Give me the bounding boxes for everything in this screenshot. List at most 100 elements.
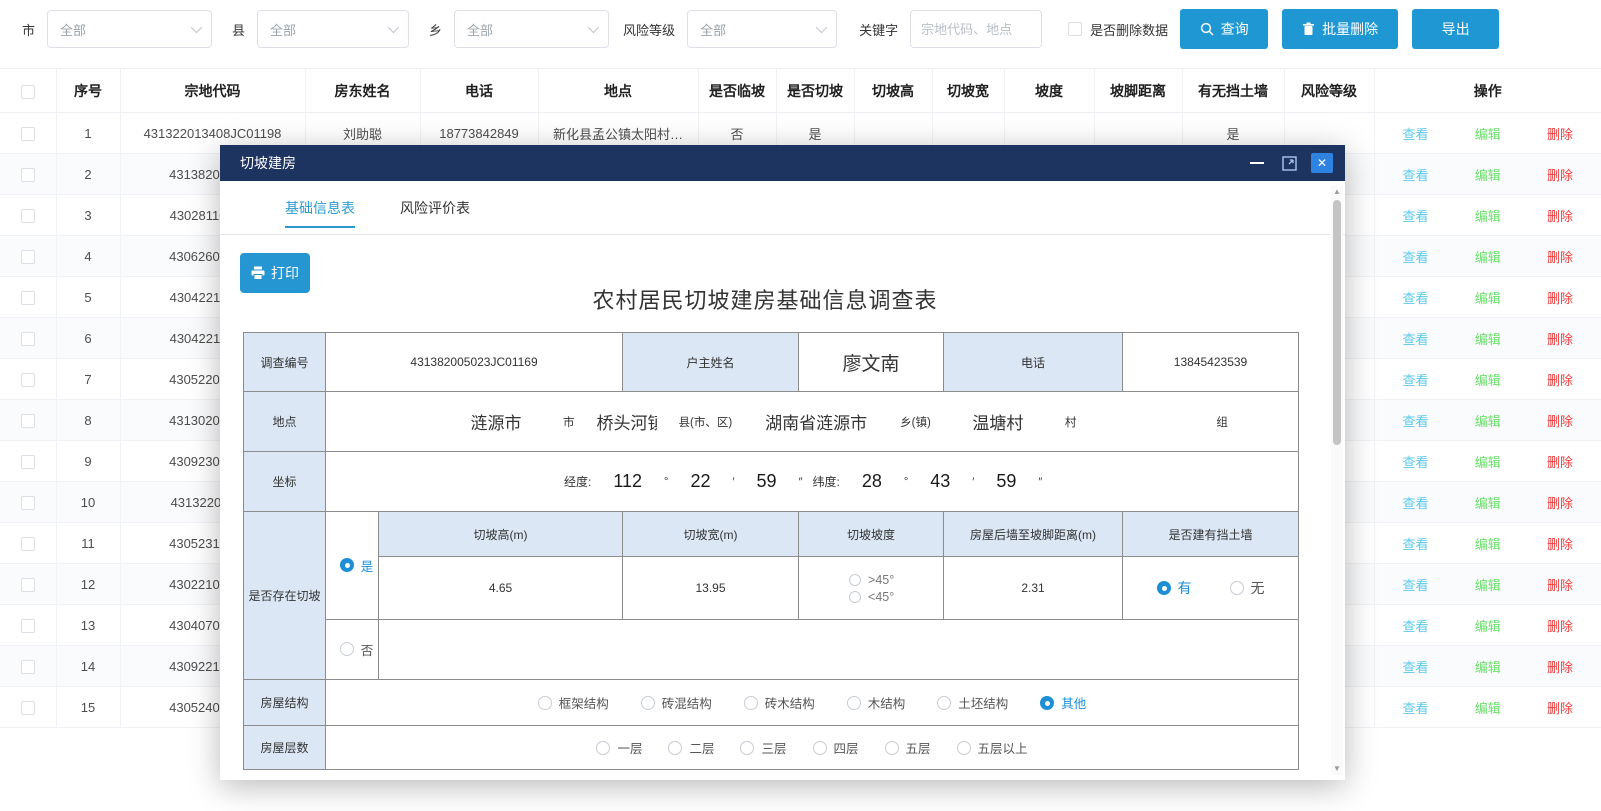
row-checkbox[interactable]: [21, 455, 35, 469]
dialog-scrollbar[interactable]: ▲ ▼: [1331, 186, 1343, 775]
city-select[interactable]: 全部: [47, 10, 212, 48]
toe-distance-value[interactable]: 2.31: [944, 557, 1123, 620]
edit-link[interactable]: 编辑: [1475, 534, 1501, 553]
view-link[interactable]: 查看: [1403, 534, 1429, 553]
batch-delete-button[interactable]: 批量删除: [1282, 9, 1398, 49]
longitude-min[interactable]: 22: [690, 471, 710, 492]
row-checkbox[interactable]: [21, 701, 35, 715]
row-checkbox[interactable]: [21, 496, 35, 510]
structure-option-wood[interactable]: 木结构: [847, 693, 906, 712]
edit-link[interactable]: 编辑: [1475, 370, 1501, 389]
delete-link[interactable]: 删除: [1547, 206, 1573, 225]
edit-link[interactable]: 编辑: [1475, 575, 1501, 594]
scroll-up-icon[interactable]: ▲: [1331, 186, 1343, 198]
edit-link[interactable]: 编辑: [1475, 329, 1501, 348]
floors-option-1[interactable]: 一层: [596, 738, 642, 757]
minimize-icon[interactable]: [1250, 162, 1264, 164]
edit-link[interactable]: 编辑: [1475, 247, 1501, 266]
slope-gt45-radio[interactable]: >45°: [849, 573, 943, 587]
township-value[interactable]: 湖南省涟源市: [754, 409, 878, 434]
view-link[interactable]: 查看: [1403, 329, 1429, 348]
edit-link[interactable]: 编辑: [1475, 616, 1501, 635]
scroll-down-icon[interactable]: ▼: [1331, 763, 1343, 775]
cut-width-value[interactable]: 13.95: [623, 557, 799, 620]
edit-link[interactable]: 编辑: [1475, 124, 1501, 143]
view-link[interactable]: 查看: [1403, 411, 1429, 430]
county-value[interactable]: 桥头河镇: [597, 409, 657, 434]
row-checkbox[interactable]: [21, 168, 35, 182]
longitude-deg[interactable]: 112: [613, 471, 642, 492]
delete-link[interactable]: 删除: [1547, 698, 1573, 717]
view-link[interactable]: 查看: [1403, 698, 1429, 717]
scrollbar-thumb[interactable]: [1333, 200, 1341, 445]
tab-risk-evaluation[interactable]: 风险评价表: [400, 180, 470, 236]
cut-height-value[interactable]: 4.65: [379, 557, 623, 620]
edit-link[interactable]: 编辑: [1475, 411, 1501, 430]
structure-option-brick-concrete[interactable]: 砖混结构: [641, 693, 712, 712]
close-icon[interactable]: ✕: [1311, 153, 1333, 173]
cut-slope-no-radio[interactable]: 否: [340, 640, 374, 659]
county-select[interactable]: 全部: [257, 10, 409, 48]
row-checkbox[interactable]: [21, 619, 35, 633]
row-checkbox[interactable]: [21, 414, 35, 428]
latitude-deg[interactable]: 28: [862, 471, 882, 492]
dialog-titlebar[interactable]: 切坡建房 ✕: [220, 145, 1345, 181]
row-checkbox[interactable]: [21, 537, 35, 551]
structure-option-brick-wood[interactable]: 砖木结构: [744, 693, 815, 712]
view-link[interactable]: 查看: [1403, 206, 1429, 225]
edit-link[interactable]: 编辑: [1475, 657, 1501, 676]
delete-link[interactable]: 删除: [1547, 493, 1573, 512]
row-checkbox[interactable]: [21, 127, 35, 141]
view-link[interactable]: 查看: [1403, 165, 1429, 184]
floors-option-5plus[interactable]: 五层以上: [957, 738, 1028, 757]
view-link[interactable]: 查看: [1403, 247, 1429, 266]
edit-link[interactable]: 编辑: [1475, 206, 1501, 225]
delete-link[interactable]: 删除: [1547, 452, 1573, 471]
export-button[interactable]: 导出: [1412, 9, 1499, 49]
view-link[interactable]: 查看: [1403, 124, 1429, 143]
delete-link[interactable]: 删除: [1547, 370, 1573, 389]
delete-link[interactable]: 删除: [1547, 534, 1573, 553]
delete-link[interactable]: 删除: [1547, 247, 1573, 266]
edit-link[interactable]: 编辑: [1475, 452, 1501, 471]
structure-option-frame[interactable]: 框架结构: [538, 693, 609, 712]
keyword-input[interactable]: [910, 10, 1042, 48]
row-checkbox[interactable]: [21, 209, 35, 223]
floors-option-5[interactable]: 五层: [885, 738, 931, 757]
row-checkbox[interactable]: [21, 332, 35, 346]
delete-link[interactable]: 删除: [1547, 124, 1573, 143]
show-deleted-checkbox[interactable]: [1068, 22, 1082, 36]
structure-option-other[interactable]: 其他: [1040, 693, 1086, 712]
city-value[interactable]: 涟源市: [451, 409, 541, 434]
query-button[interactable]: 查询: [1180, 9, 1268, 49]
delete-link[interactable]: 删除: [1547, 616, 1573, 635]
edit-link[interactable]: 编辑: [1475, 165, 1501, 184]
edit-link[interactable]: 编辑: [1475, 288, 1501, 307]
delete-link[interactable]: 删除: [1547, 575, 1573, 594]
floors-option-3[interactable]: 三层: [740, 738, 786, 757]
row-checkbox[interactable]: [21, 373, 35, 387]
delete-link[interactable]: 删除: [1547, 657, 1573, 676]
row-checkbox[interactable]: [21, 250, 35, 264]
risk-level-select[interactable]: 全部: [687, 10, 837, 48]
view-link[interactable]: 查看: [1403, 493, 1429, 512]
village-value[interactable]: 温塘村: [953, 409, 1043, 434]
longitude-sec[interactable]: 59: [757, 471, 777, 492]
maximize-icon[interactable]: [1282, 156, 1297, 171]
township-select[interactable]: 全部: [454, 10, 609, 48]
view-link[interactable]: 查看: [1403, 575, 1429, 594]
view-link[interactable]: 查看: [1403, 616, 1429, 635]
structure-option-adobe[interactable]: 土坯结构: [937, 693, 1008, 712]
delete-link[interactable]: 删除: [1547, 411, 1573, 430]
view-link[interactable]: 查看: [1403, 288, 1429, 307]
row-checkbox[interactable]: [21, 660, 35, 674]
delete-link[interactable]: 删除: [1547, 329, 1573, 348]
view-link[interactable]: 查看: [1403, 657, 1429, 676]
edit-link[interactable]: 编辑: [1475, 698, 1501, 717]
floors-option-4[interactable]: 四层: [813, 738, 859, 757]
floors-option-2[interactable]: 二层: [668, 738, 714, 757]
delete-link[interactable]: 删除: [1547, 288, 1573, 307]
latitude-sec[interactable]: 59: [996, 471, 1016, 492]
row-checkbox[interactable]: [21, 291, 35, 305]
view-link[interactable]: 查看: [1403, 452, 1429, 471]
